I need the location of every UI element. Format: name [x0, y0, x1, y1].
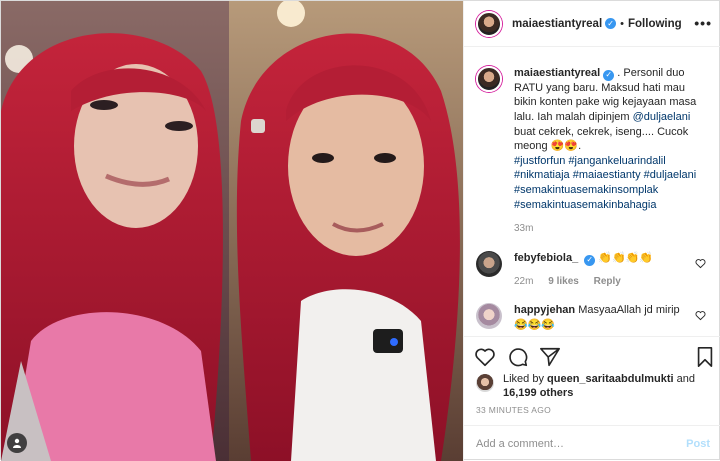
post-timestamp: 33 MINUTES AGO — [476, 405, 552, 415]
share-icon[interactable] — [539, 346, 561, 368]
heart-icon[interactable] — [695, 310, 706, 321]
comment-item: febyfebiola_ ✓ 👏👏👏👏 22m 9 likes Reply — [476, 250, 710, 290]
instagram-post: maiaestiantyreal ✓ • Following ••• maiae… — [0, 0, 720, 461]
caption-emoji: 😍😍 — [550, 140, 579, 153]
hashtag-link[interactable]: #jangankeluarindalil — [568, 155, 665, 167]
caption-body-2: buat cekrek, cekrek, iseng.... Cucok meo… — [514, 125, 689, 153]
hashtag-link[interactable]: #maiaestianty — [573, 169, 641, 181]
caption-text: maiaestiantyreal ✓ . Personil duo RATU ya… — [514, 66, 706, 237]
mention-link[interactable]: @duljaelani — [633, 111, 691, 123]
hashtag-link[interactable]: #nikmatiaja — [514, 169, 570, 181]
likes-others-link[interactable]: 16,199 others — [503, 387, 573, 399]
comments-list[interactable]: maiaestiantyreal ✓ . Personil duo RATU ya… — [464, 48, 720, 336]
hashtag-link[interactable]: #semakintuasemakinbahagia — [514, 199, 656, 211]
caption-time: 33m — [514, 223, 534, 235]
hashtag-link[interactable]: #justforfun — [514, 155, 565, 167]
verified-badge-icon: ✓ — [584, 254, 596, 266]
post-header: maiaestiantyreal ✓ • Following ••• — [464, 1, 720, 47]
verified-badge-icon: ✓ — [603, 69, 615, 81]
commenter-username[interactable]: happyjehan — [514, 304, 575, 316]
comment-likes[interactable]: 9 likes — [548, 276, 579, 287]
commenter-avatar[interactable] — [476, 303, 502, 330]
post-button[interactable]: Post — [686, 438, 710, 450]
liker-username[interactable]: queen_saritaabdulmukti — [547, 373, 674, 385]
likes-and: and — [673, 373, 695, 385]
comment-meta: 22m 9 likes Reply — [514, 275, 694, 290]
caption-avatar[interactable] — [476, 66, 502, 92]
like-heart-icon[interactable] — [474, 346, 496, 368]
author-avatar[interactable] — [476, 10, 502, 37]
comment-input[interactable] — [476, 437, 666, 450]
heart-icon[interactable] — [695, 258, 706, 269]
commenter-avatar[interactable] — [476, 250, 502, 277]
following-button[interactable]: Following — [628, 18, 682, 30]
user-icon — [13, 438, 21, 448]
author-username[interactable]: maiaestiantyreal — [512, 18, 602, 30]
likes-summary: Liked by queen_saritaabdulmukti and 16,1… — [476, 373, 716, 400]
add-comment-bar: Post — [464, 425, 720, 461]
comment-text: 👏👏👏👏 — [598, 251, 654, 264]
commenter-username[interactable]: febyfebiola_ — [514, 252, 578, 264]
verified-badge-icon: ✓ — [605, 18, 617, 29]
selfie-image — [1, 1, 463, 461]
caption-username[interactable]: maiaestiantyreal — [514, 67, 600, 79]
bookmark-icon[interactable] — [694, 346, 716, 368]
likes-prefix: Liked by — [503, 373, 548, 385]
caption-end: . — [578, 140, 582, 153]
action-bar — [464, 336, 720, 372]
hashtag-link[interactable]: #semakintuasemakinsomplak — [514, 184, 658, 196]
comment-icon[interactable] — [507, 346, 529, 368]
hashtag-link[interactable]: #duljaelani — [644, 169, 697, 181]
comment-time: 22m — [514, 275, 534, 287]
tagged-users-button[interactable] — [7, 433, 27, 453]
caption: maiaestiantyreal ✓ . Personil duo RATU ya… — [476, 66, 710, 237]
more-options-icon[interactable]: ••• — [694, 15, 712, 31]
post-sidebar: maiaestiantyreal ✓ • Following ••• maiae… — [463, 1, 720, 461]
reply-button[interactable]: Reply — [594, 276, 621, 287]
header-separator: • — [620, 17, 624, 30]
liker-avatar[interactable] — [476, 374, 494, 392]
post-photo[interactable] — [1, 1, 463, 461]
comment-item: happyjehan MasyaaAllah jd mirip 😂😂😂 — [476, 303, 710, 332]
